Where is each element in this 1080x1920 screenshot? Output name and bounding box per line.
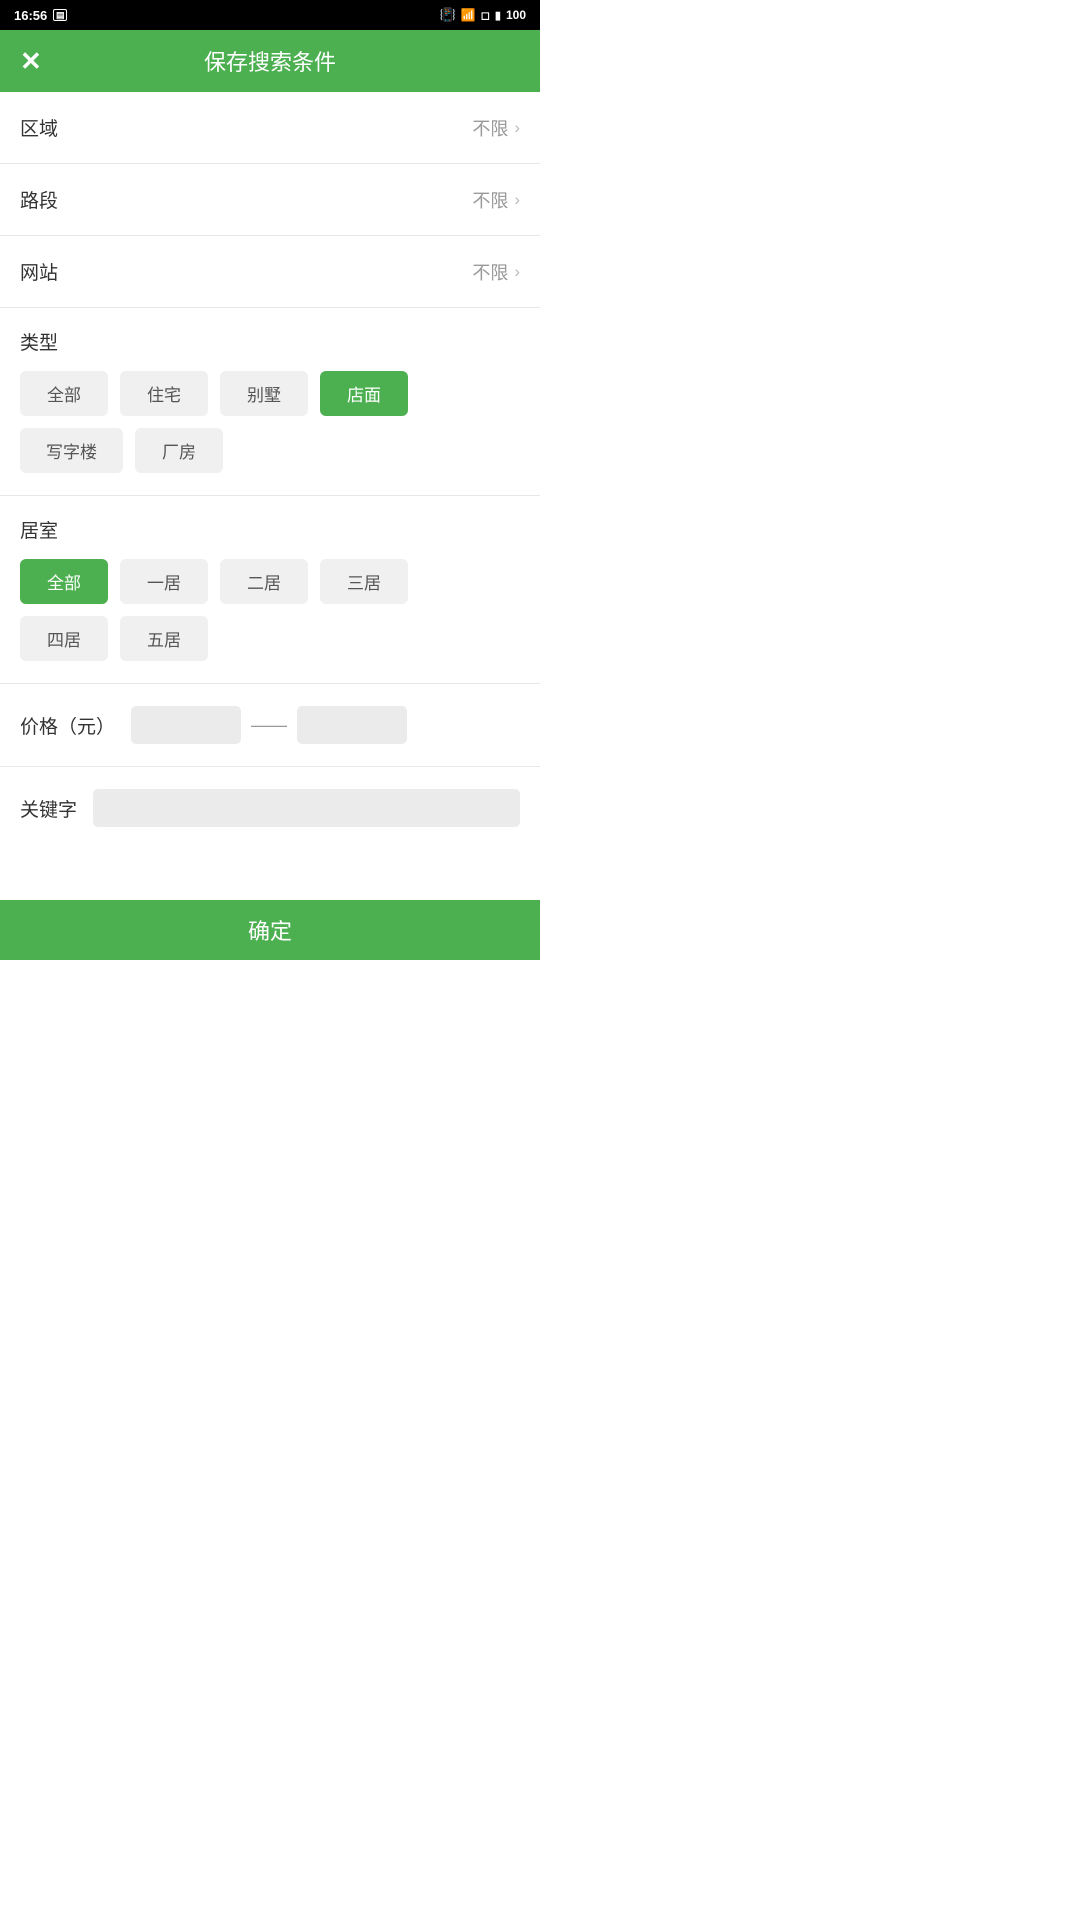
- photo-icon: ▤: [53, 9, 67, 21]
- room-tag-group: 全部 一居 二居 三居: [20, 559, 520, 604]
- battery-icon: ▮: [495, 9, 501, 22]
- chevron-right-icon: ›: [514, 262, 520, 282]
- region-value-group: 不限 ›: [472, 115, 520, 141]
- keyword-section: 关键字: [0, 767, 540, 849]
- type-section: 类型 全部 住宅 别墅 店面 写字楼 厂房: [0, 308, 540, 496]
- content-area: 区域 不限 › 路段 不限 › 网站 不限 › 类型 全部 住宅 别墅 店面 写…: [0, 92, 540, 900]
- confirm-button[interactable]: 确定: [248, 914, 292, 946]
- type-tag-group: 全部 住宅 别墅 店面: [20, 371, 520, 416]
- website-value: 不限: [472, 259, 508, 285]
- sim-icon: ◻: [481, 9, 490, 22]
- price-max-input[interactable]: [297, 706, 407, 744]
- type-btn-office[interactable]: 写字楼: [20, 428, 123, 473]
- region-row[interactable]: 区域 不限 ›: [0, 92, 540, 164]
- keyword-label: 关键字: [20, 795, 77, 822]
- status-bar: 16:56 ▤ 📳 📶 ◻ ▮ 100: [0, 0, 540, 30]
- website-label: 网站: [20, 258, 58, 285]
- road-value: 不限: [472, 187, 508, 213]
- confirm-footer[interactable]: 确定: [0, 900, 540, 960]
- price-dash: ——: [251, 715, 287, 736]
- room-btn-four[interactable]: 四居: [20, 616, 108, 661]
- room-section-title: 居室: [20, 516, 520, 543]
- region-value: 不限: [472, 115, 508, 141]
- room-tag-group-2: 四居 五居: [20, 616, 520, 661]
- price-min-input[interactable]: [131, 706, 241, 744]
- vibrate-icon: 📳: [440, 7, 456, 23]
- website-row[interactable]: 网站 不限 ›: [0, 236, 540, 308]
- type-section-title: 类型: [20, 328, 520, 355]
- room-btn-two[interactable]: 二居: [220, 559, 308, 604]
- room-btn-all[interactable]: 全部: [20, 559, 108, 604]
- close-button[interactable]: ✕: [20, 48, 42, 74]
- room-btn-one[interactable]: 一居: [120, 559, 208, 604]
- website-value-group: 不限 ›: [472, 259, 520, 285]
- type-btn-shop[interactable]: 店面: [320, 371, 408, 416]
- type-btn-factory[interactable]: 厂房: [135, 428, 223, 473]
- wifi-icon: 📶: [461, 8, 476, 22]
- price-label: 价格（元）: [20, 712, 115, 739]
- header: ✕ 保存搜索条件: [0, 30, 540, 92]
- type-btn-villa[interactable]: 别墅: [220, 371, 308, 416]
- price-section: 价格（元） ——: [0, 684, 540, 767]
- region-label: 区域: [20, 114, 58, 141]
- time-display: 16:56: [14, 8, 47, 23]
- room-section: 居室 全部 一居 二居 三居 四居 五居: [0, 496, 540, 684]
- room-btn-three[interactable]: 三居: [320, 559, 408, 604]
- keyword-input[interactable]: [93, 789, 520, 827]
- status-right: 📳 📶 ◻ ▮ 100: [440, 7, 526, 23]
- type-btn-house[interactable]: 住宅: [120, 371, 208, 416]
- header-title: 保存搜索条件: [204, 45, 336, 77]
- type-btn-all[interactable]: 全部: [20, 371, 108, 416]
- chevron-right-icon: ›: [514, 190, 520, 210]
- road-value-group: 不限 ›: [472, 187, 520, 213]
- room-btn-five[interactable]: 五居: [120, 616, 208, 661]
- type-tag-group-2: 写字楼 厂房: [20, 428, 520, 473]
- status-left: 16:56 ▤: [14, 8, 67, 23]
- battery-level: 100: [506, 8, 526, 22]
- road-label: 路段: [20, 186, 58, 213]
- chevron-right-icon: ›: [514, 118, 520, 138]
- road-row[interactable]: 路段 不限 ›: [0, 164, 540, 236]
